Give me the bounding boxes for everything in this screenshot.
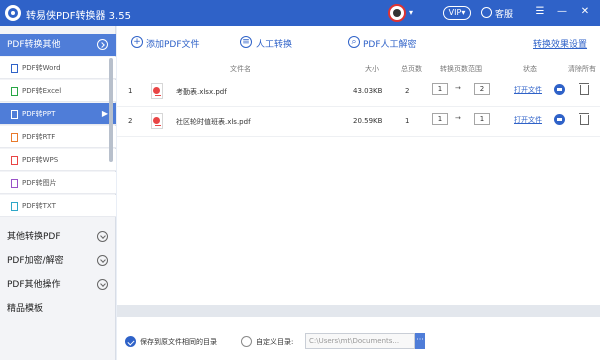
row-filename: 社区轮时值班表.xls.pdf xyxy=(176,118,251,126)
open-file-link[interactable]: 打开文件 xyxy=(514,85,542,95)
chevron-right-icon: ▶ xyxy=(101,109,108,118)
support-icon[interactable] xyxy=(481,7,492,18)
wps-file-icon xyxy=(11,156,18,165)
app-title: 转易侠PDF转换器 3.55 xyxy=(26,11,131,22)
folder-icon[interactable] xyxy=(554,114,565,125)
sidebar-item-label: PDF转图片 xyxy=(22,179,57,187)
header-size: 大小 xyxy=(365,65,379,73)
save-same-dir-label[interactable]: 保存到原文件相同的目录 xyxy=(140,337,217,347)
clear-all-button[interactable]: 清除所有 xyxy=(568,64,596,74)
row-filename: 考勤表.xlsx.pdf xyxy=(176,88,227,96)
page-from-input[interactable]: 1 xyxy=(432,83,448,95)
table-header: 文件名 大小 总页数 转换页数范围 状态 清除所有 xyxy=(117,62,600,76)
add-icon[interactable]: + xyxy=(131,36,143,48)
save-same-dir-radio[interactable] xyxy=(125,336,136,347)
sidebar-item-label: PDF转TXT xyxy=(22,202,56,210)
sidebar-item-label: PDF转PPT xyxy=(22,110,56,118)
excel-file-icon xyxy=(11,87,18,96)
toolbar: + 添加PDF文件 ≡ 人工转换 ⌕ PDF人工解密 转换效果设置 xyxy=(117,26,600,59)
sidebar-section-label: PDF加密/解密 xyxy=(7,256,64,266)
sidebar-section-other-operations[interactable]: PDF其他操作 xyxy=(0,274,116,296)
page-to-input[interactable]: 1 xyxy=(474,113,490,125)
browse-button[interactable]: ··· xyxy=(415,333,425,349)
sidebar-item-label: PDF转Word xyxy=(22,64,61,72)
chevron-up-icon[interactable] xyxy=(97,39,108,50)
row-pages: 1 xyxy=(405,117,410,125)
chevron-down-icon[interactable] xyxy=(97,255,108,266)
sidebar-section-label: 精品模板 xyxy=(7,304,44,314)
vip-button[interactable]: VIP▾ xyxy=(443,6,471,20)
menu-icon[interactable]: ☰ xyxy=(533,5,547,19)
word-file-icon xyxy=(11,64,18,73)
page-to-input[interactable]: 2 xyxy=(474,83,490,95)
sidebar-item-label: PDF转Excel xyxy=(22,87,62,95)
table-row[interactable]: 1 考勤表.xlsx.pdf 43.03KB 2 1 → 2 打开文件 xyxy=(117,81,600,107)
image-file-icon xyxy=(11,179,18,188)
support-label[interactable]: 客服 xyxy=(495,7,513,20)
chevron-down-icon[interactable] xyxy=(97,279,108,290)
sidebar-section-label: PDF其他操作 xyxy=(7,280,61,290)
sidebar-section-label: 其他转换PDF xyxy=(7,232,61,242)
minimize-icon[interactable]: — xyxy=(555,5,569,19)
sidebar-section-encrypt-decrypt[interactable]: PDF加密/解密 xyxy=(0,250,116,272)
sidebar-item-pdf-to-image[interactable]: PDF转图片 xyxy=(0,172,116,194)
vip-caret: ▾ xyxy=(461,8,466,17)
trash-icon[interactable] xyxy=(579,112,589,125)
row-index: 1 xyxy=(128,87,133,95)
pdf-file-icon xyxy=(151,83,163,99)
vip-label: VIP xyxy=(448,8,462,17)
header-status: 状态 xyxy=(523,65,537,73)
rtf-file-icon xyxy=(11,133,18,142)
sidebar-item-pdf-to-rtf[interactable]: PDF转RTF xyxy=(0,126,116,148)
pdf-file-icon xyxy=(151,113,163,129)
range-arrow: → xyxy=(455,84,461,92)
manual-convert-icon[interactable]: ≡ xyxy=(240,36,252,48)
row-index: 2 xyxy=(128,117,133,125)
sidebar-section-pdf-to-other[interactable]: PDF转换其他 xyxy=(0,34,116,56)
user-menu-caret[interactable]: ▾ xyxy=(409,8,413,17)
conversion-settings-link[interactable]: 转换效果设置 xyxy=(533,37,587,50)
header-pages: 总页数 xyxy=(401,65,422,73)
sidebar-item-pdf-to-word[interactable]: PDF转Word xyxy=(0,57,116,79)
row-size: 43.03KB xyxy=(353,87,383,95)
sidebar-item-pdf-to-excel[interactable]: PDF转Excel xyxy=(0,80,116,102)
user-avatar[interactable] xyxy=(388,4,406,22)
table-row[interactable]: 2 社区轮时值班表.xls.pdf 20.59KB 1 1 → 1 打开文件 xyxy=(117,111,600,137)
output-options: 保存到原文件相同的目录 自定义目录: C:\Users\mt\Documents… xyxy=(117,323,600,360)
add-pdf-button[interactable]: 添加PDF文件 xyxy=(146,37,200,50)
sidebar-item-pdf-to-wps[interactable]: PDF转WPS xyxy=(0,149,116,171)
sidebar-item-label: PDF转RTF xyxy=(22,133,56,141)
page-from-input[interactable]: 1 xyxy=(432,113,448,125)
trash-icon[interactable] xyxy=(579,82,589,95)
folder-icon[interactable] xyxy=(554,84,565,95)
sidebar-scrollbar[interactable] xyxy=(109,58,113,162)
sidebar-item-pdf-to-ppt[interactable]: PDF转PPT ▶ xyxy=(0,103,116,125)
custom-dir-label[interactable]: 自定义目录: xyxy=(256,337,293,347)
header-page-range: 转换页数范围 xyxy=(440,65,482,73)
custom-path-input[interactable]: C:\Users\mt\Documents... xyxy=(305,333,415,349)
chevron-down-icon[interactable] xyxy=(97,231,108,242)
range-arrow: → xyxy=(455,114,461,122)
title-bar: 转易侠PDF转换器 3.55 ▾ VIP▾ 客服 ☰ — ✕ xyxy=(0,0,600,26)
txt-file-icon xyxy=(11,202,18,211)
row-size: 20.59KB xyxy=(353,117,383,125)
status-bar xyxy=(117,305,600,317)
open-file-link[interactable]: 打开文件 xyxy=(514,115,542,125)
manual-decrypt-button[interactable]: PDF人工解密 xyxy=(363,37,417,50)
sidebar: PDF转换其他 PDF转Word PDF转Excel PDF转PPT ▶ PDF… xyxy=(0,26,116,360)
app-logo-icon xyxy=(5,5,21,21)
main-panel: + 添加PDF文件 ≡ 人工转换 ⌕ PDF人工解密 转换效果设置 文件名 大小… xyxy=(117,26,600,360)
sidebar-item-label: PDF转WPS xyxy=(22,156,59,164)
close-icon[interactable]: ✕ xyxy=(578,5,592,19)
sidebar-section-label: PDF转换其他 xyxy=(7,40,61,50)
row-pages: 2 xyxy=(405,87,410,95)
sidebar-section-other-to-pdf[interactable]: 其他转换PDF xyxy=(0,226,116,248)
sidebar-section-templates[interactable]: 精品模板 xyxy=(0,298,116,320)
custom-dir-radio[interactable] xyxy=(241,336,252,347)
sidebar-item-pdf-to-txt[interactable]: PDF转TXT xyxy=(0,195,116,217)
header-filename: 文件名 xyxy=(230,65,251,73)
manual-convert-button[interactable]: 人工转换 xyxy=(256,37,292,50)
ppt-file-icon xyxy=(11,110,18,119)
decrypt-icon[interactable]: ⌕ xyxy=(348,36,360,48)
